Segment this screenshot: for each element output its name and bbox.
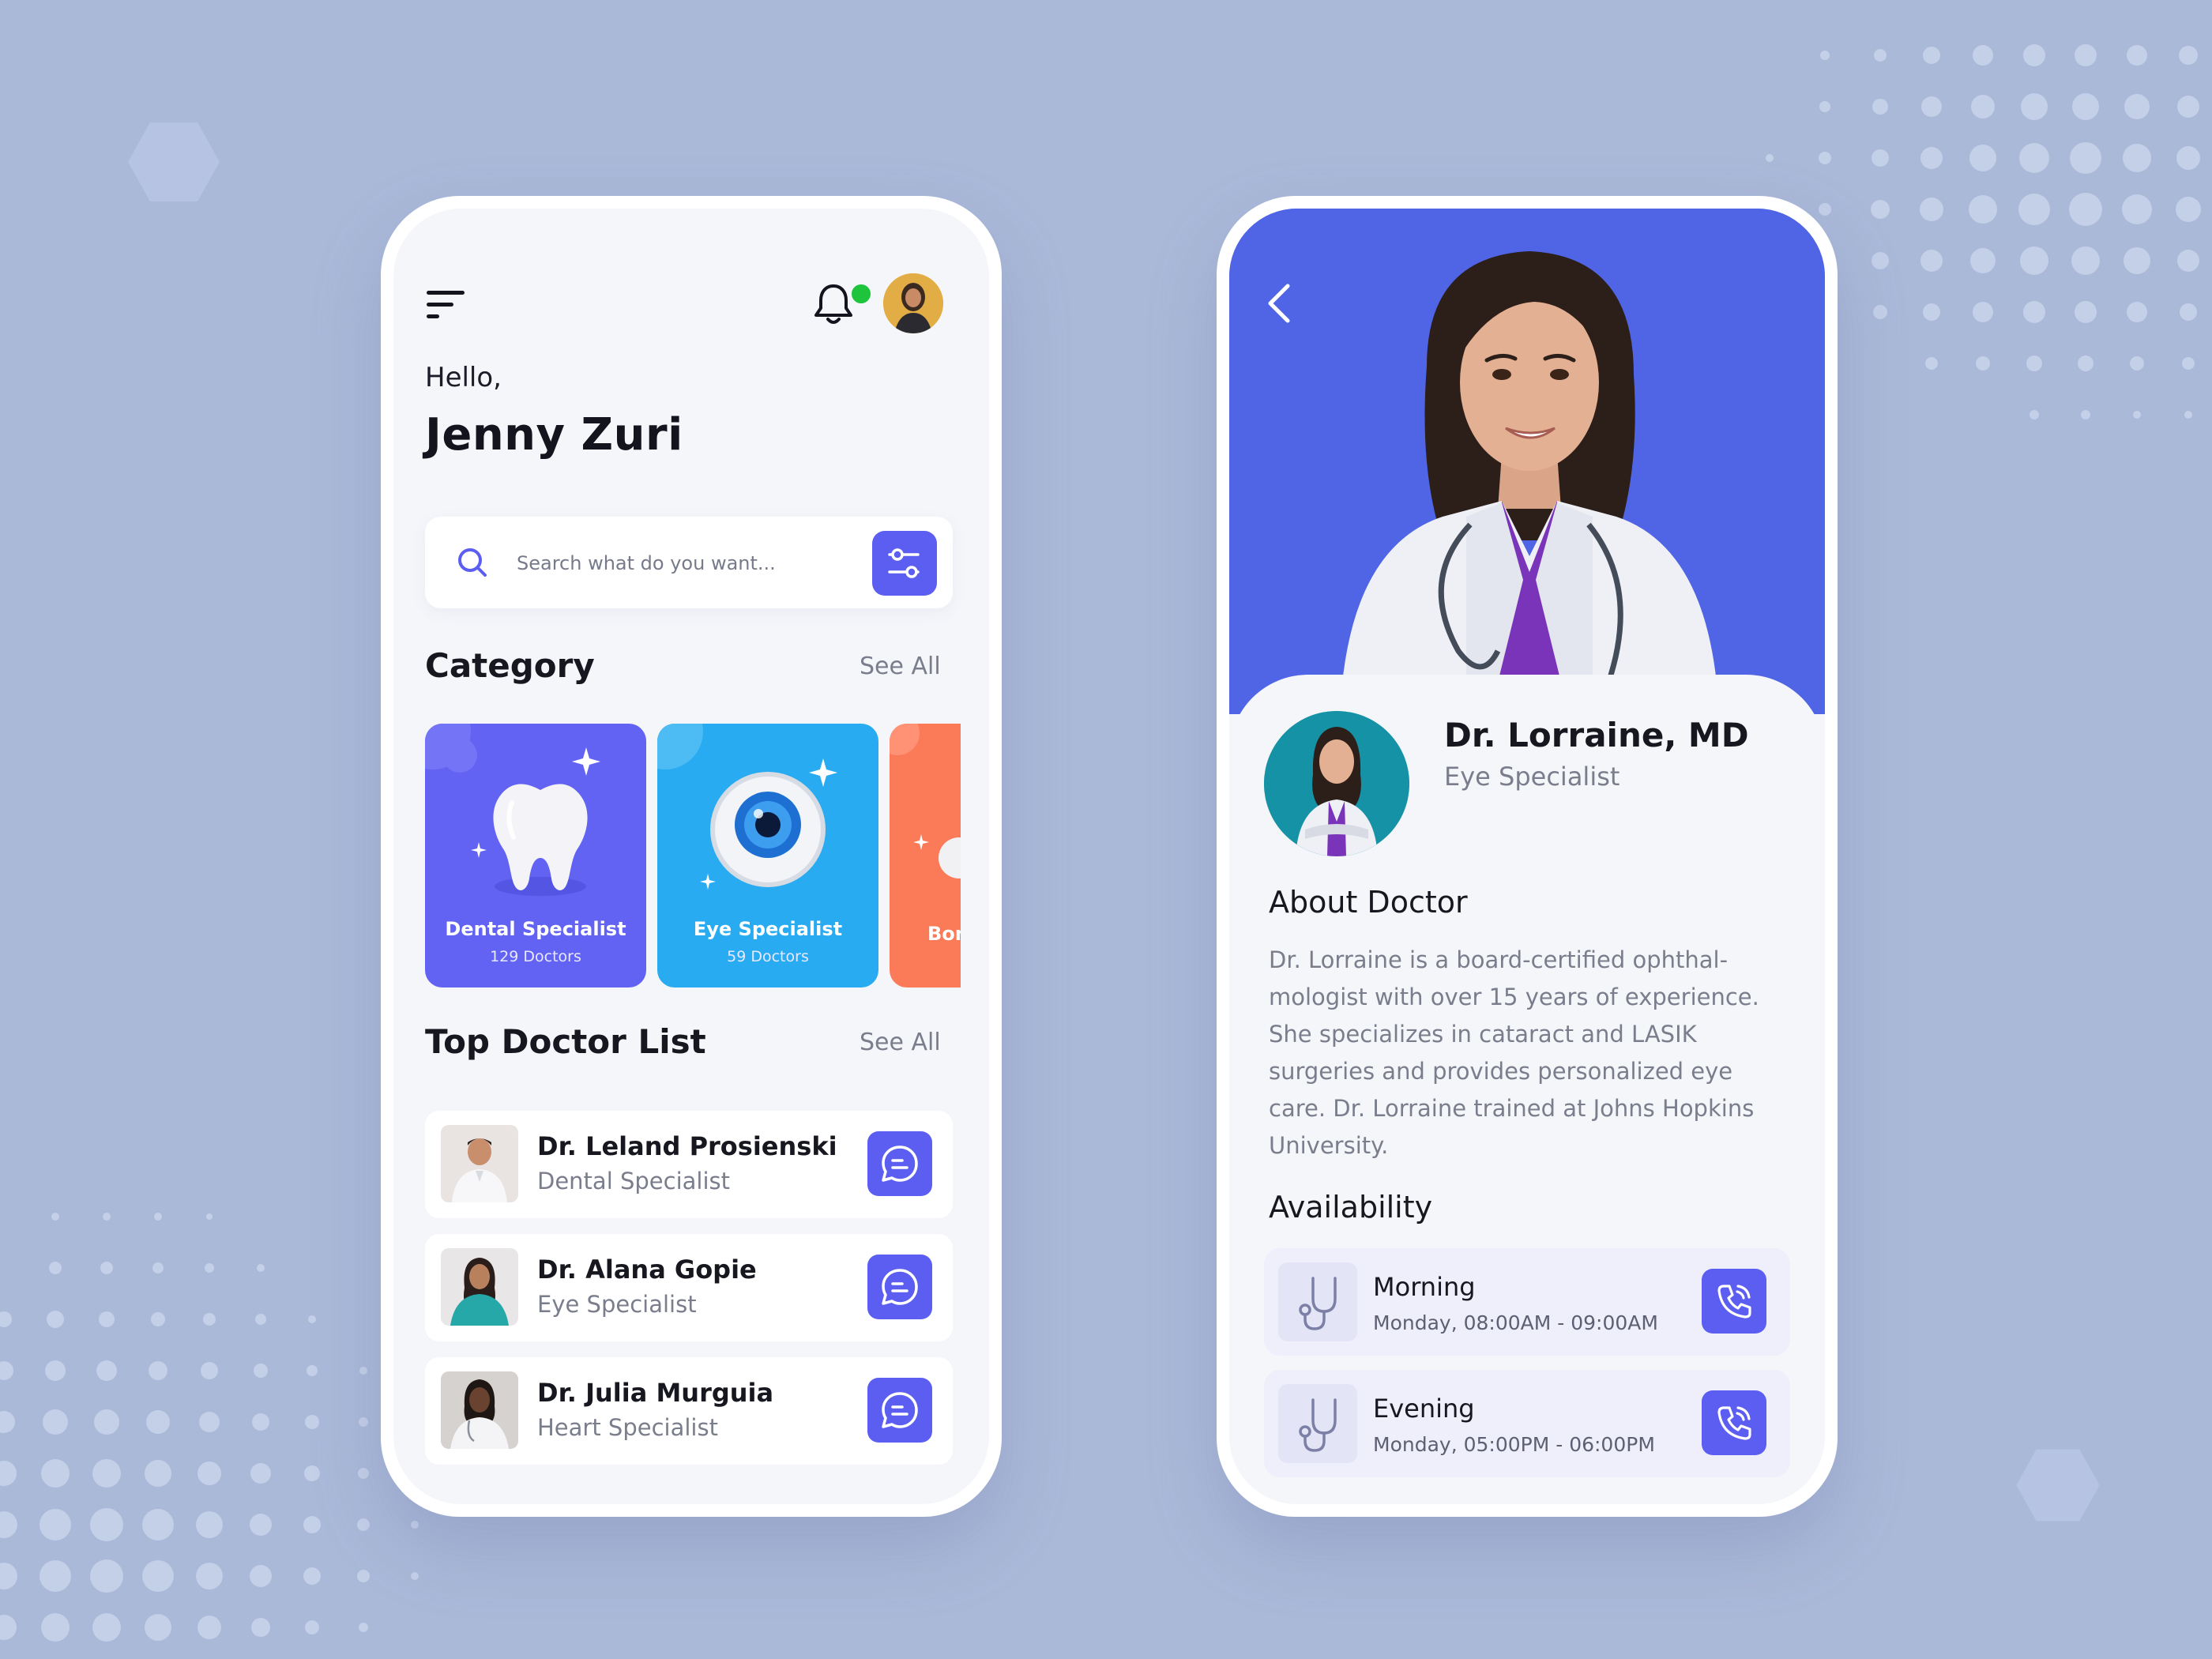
search-input[interactable]: [515, 540, 858, 586]
availability-slot-evening: Evening Monday, 05:00PM - 06:00PM: [1264, 1370, 1790, 1477]
background-hexagon-right: [2016, 1449, 2100, 1522]
slot-label: Evening: [1373, 1394, 1475, 1424]
stethoscope-icon: [1299, 1398, 1337, 1452]
doctor-avatar: [1264, 711, 1409, 856]
background-hexagon-left: [128, 122, 220, 201]
call-button[interactable]: [1702, 1390, 1766, 1455]
doctor-specialty: Eye Specialist: [537, 1291, 697, 1318]
doctor-specialty: Eye Specialist: [1444, 762, 1620, 792]
user-avatar[interactable]: [883, 273, 943, 333]
doctor-avatar-image: [1264, 711, 1409, 856]
doctor-portrait: [1229, 209, 1825, 714]
chat-button[interactable]: [867, 1378, 932, 1443]
about-title: About Doctor: [1269, 885, 1468, 920]
menu-icon[interactable]: [425, 288, 466, 322]
category-count-eye: 59 Doctors: [727, 948, 809, 965]
detail-phone: Dr. Lorraine, MD Eye Specialist About Do…: [1217, 196, 1838, 1517]
about-line: She specializes in cataract and LASIK: [1269, 1021, 1697, 1048]
slot-label: Morning: [1373, 1272, 1476, 1302]
about-line: University.: [1269, 1132, 1389, 1159]
chat-button[interactable]: [867, 1255, 932, 1319]
doctor-list-item[interactable]: Dr. Julia Murguia Heart Specialist: [425, 1357, 953, 1465]
doctor-name: Dr. Leland Prosienski: [537, 1131, 837, 1161]
slot-time: Monday, 08:00AM - 09:00AM: [1373, 1311, 1658, 1334]
top-doctor-title: Top Doctor List: [425, 1022, 706, 1061]
about-line: care. Dr. Lorraine trained at Johns Hopk…: [1269, 1095, 1755, 1122]
home-screen: Hello, Jenny Zuri Category See All: [393, 209, 989, 1504]
availability-slot-morning: Morning Monday, 08:00AM - 09:00AM: [1264, 1248, 1790, 1356]
about-line: mologist with over 15 years of experienc…: [1269, 984, 1759, 1010]
doctor-name: Dr. Lorraine, MD: [1444, 716, 1749, 754]
back-button[interactable]: [1264, 281, 1296, 325]
category-title-dental: Dental Specialist: [445, 918, 626, 940]
doctor-see-all-link[interactable]: See All: [860, 1029, 941, 1056]
doctor-name: Dr. Alana Gopie: [537, 1255, 757, 1285]
doctor-photo: [441, 1125, 518, 1202]
doctor-list-item[interactable]: Dr. Leland Prosienski Dental Specialist: [425, 1111, 953, 1218]
category-count-dental: 129 Doctors: [490, 948, 581, 965]
category-card-bone[interactable]: Bon: [890, 724, 961, 988]
filter-button[interactable]: [872, 531, 937, 596]
doctor-photo: [441, 1248, 518, 1326]
bell-icon[interactable]: [812, 280, 855, 327]
user-avatar-image: [883, 273, 943, 333]
category-card-dental[interactable]: Dental Specialist 129 Doctors: [425, 724, 646, 988]
chat-button[interactable]: [867, 1131, 932, 1196]
home-phone: Hello, Jenny Zuri Category See All: [381, 196, 1002, 1517]
chat-icon: [882, 1392, 918, 1428]
bone-icon: [890, 724, 961, 878]
about-text: Dr. Lorraine is a board-certified ophtha…: [1269, 942, 1790, 1164]
category-card-eye[interactable]: Eye Specialist 59 Doctors: [657, 724, 878, 988]
stethoscope-icon: [1299, 1277, 1337, 1330]
doctor-photo: [441, 1371, 518, 1449]
phone-icon: [1717, 1406, 1751, 1440]
call-button[interactable]: [1702, 1269, 1766, 1334]
slot-icon-box: [1278, 1384, 1357, 1463]
availability-title: Availability: [1269, 1190, 1433, 1224]
phone-icon: [1717, 1285, 1751, 1319]
slot-time: Monday, 05:00PM - 06:00PM: [1373, 1433, 1655, 1456]
about-line: surgeries and provides personalized eye: [1269, 1058, 1733, 1085]
detail-screen: Dr. Lorraine, MD Eye Specialist About Do…: [1229, 209, 1825, 1504]
filter-icon: [888, 548, 920, 578]
category-see-all-link[interactable]: See All: [860, 653, 941, 680]
notification-dot: [848, 281, 874, 307]
search-icon: [458, 548, 487, 577]
chevron-left-icon: [1268, 284, 1290, 323]
about-line: Dr. Lorraine is a board-certified ophtha…: [1269, 946, 1729, 973]
search-bar: [425, 517, 953, 608]
category-title-bone: Bon: [927, 923, 961, 945]
category-title-eye: Eye Specialist: [693, 918, 843, 940]
doctor-specialty: Heart Specialist: [537, 1414, 718, 1441]
chat-icon: [882, 1146, 918, 1182]
doctor-specialty: Dental Specialist: [537, 1168, 730, 1194]
user-name: Jenny Zuri: [425, 409, 683, 461]
doctor-name: Dr. Julia Murguia: [537, 1378, 774, 1408]
slot-icon-box: [1278, 1262, 1357, 1341]
greeting-text: Hello,: [425, 362, 502, 393]
category-title: Category: [425, 646, 595, 685]
doctor-hero-photo: [1229, 209, 1825, 714]
chat-icon: [882, 1269, 918, 1305]
doctor-list-item[interactable]: Dr. Alana Gopie Eye Specialist: [425, 1234, 953, 1341]
